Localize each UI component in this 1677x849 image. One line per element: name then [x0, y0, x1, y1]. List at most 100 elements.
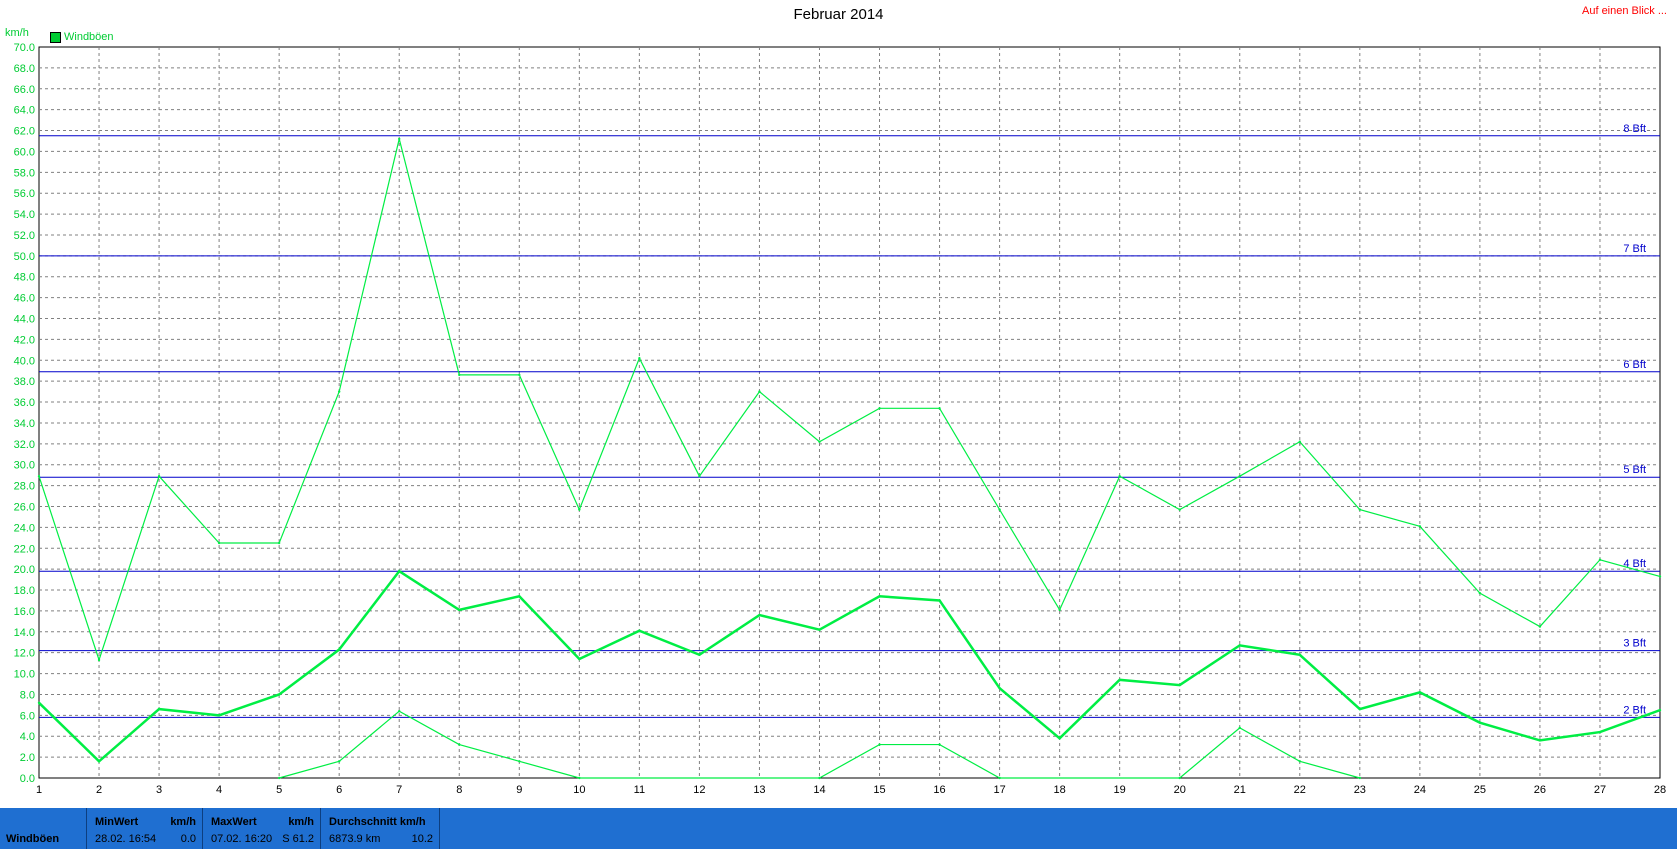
- footer-avg-distance: 6873.9 km: [329, 833, 381, 845]
- data-point-min: [818, 776, 821, 780]
- x-tick-label: 5: [276, 784, 282, 796]
- y-tick-label: 48.0: [14, 272, 35, 284]
- data-point-max: [277, 541, 281, 545]
- y-tick-label: 26.0: [14, 501, 35, 513]
- data-point-avg: [518, 595, 521, 598]
- x-tick-label: 23: [1354, 784, 1366, 796]
- footer-avg-head: Durchschnitt km/h: [329, 816, 426, 828]
- chart-canvas: 0.0 2.0 4.0 6.0 8.0 10.0 12.0 14.0 16.0 18.0 20.0 2…: [14, 42, 1667, 796]
- data-point-max: [217, 541, 221, 545]
- footer-series-cell: Windböen: [0, 808, 87, 849]
- data-point-avg: [1178, 683, 1181, 687]
- x-tick-label: 1: [36, 784, 42, 796]
- y-tick-label: 68.0: [14, 63, 35, 75]
- data-point-avg: [758, 613, 761, 617]
- data-point-max: [157, 475, 161, 478]
- x-tick-label: 6: [336, 784, 342, 796]
- data-point-avg: [698, 653, 701, 656]
- y-tick-label: 10.0: [14, 669, 35, 681]
- beaufort-label: 3 Bft: [1623, 638, 1646, 650]
- x-tick-label: 15: [873, 784, 885, 796]
- y-tick-label: 20.0: [14, 564, 35, 576]
- footer-min-cell: MinWert km/h 28.02. 16:54 0.0: [87, 808, 203, 849]
- data-point-min: [1238, 726, 1241, 730]
- data-point-avg: [277, 693, 281, 696]
- data-point-avg: [938, 599, 941, 602]
- plot-frame: [38, 46, 1661, 779]
- data-point-max: [97, 658, 101, 662]
- y-tick-label: 24.0: [14, 522, 35, 534]
- data-point-max: [758, 390, 761, 393]
- data-point-avg: [1658, 708, 1662, 712]
- y-tick-label: 0.0: [20, 773, 35, 785]
- y-tick-label: 14.0: [14, 627, 35, 639]
- data-point-max: [698, 475, 701, 478]
- data-point-avg: [1478, 721, 1482, 724]
- y-tick-label: 42.0: [14, 334, 35, 346]
- data-point-max: [1418, 525, 1422, 528]
- y-tick-label: 18.0: [14, 585, 35, 597]
- y-tick-label: 38.0: [14, 376, 35, 388]
- y-tick-label: 54.0: [14, 209, 35, 221]
- data-point-max: [1298, 440, 1301, 443]
- footer-max-date: 07.02. 16:20: [211, 833, 273, 845]
- beaufort-label: 6 Bft: [1623, 359, 1646, 371]
- data-point-min: [398, 709, 401, 713]
- y-tick-label: 44.0: [14, 314, 35, 326]
- data-point-avg: [1358, 707, 1362, 711]
- data-point-max: [458, 373, 461, 377]
- data-point-min: [998, 776, 1001, 780]
- data-point-min: [578, 776, 581, 780]
- footer-max-unit: km/h: [288, 816, 314, 828]
- data-point-avg: [1598, 730, 1602, 734]
- data-point-avg: [37, 701, 41, 705]
- data-point-avg: [97, 760, 101, 763]
- stats-footer: Windböen MinWert km/h 28.02. 16:54 0.0 M…: [0, 808, 1677, 849]
- data-point-max: [818, 440, 821, 443]
- footer-avg-cell: Durchschnitt km/h 6873.9 km 10.2: [321, 808, 440, 849]
- data-point-avg: [1418, 691, 1422, 694]
- data-point-min: [458, 743, 461, 746]
- data-point-max: [1058, 608, 1061, 612]
- y-tick-label: 56.0: [14, 188, 35, 200]
- footer-min-head: MinWert: [95, 816, 139, 828]
- y-tick-label: 50.0: [14, 251, 35, 263]
- x-tick-label: 21: [1234, 784, 1246, 796]
- data-point-min: [337, 760, 341, 763]
- y-tick-label: 34.0: [14, 418, 35, 430]
- data-point-min: [518, 760, 521, 763]
- x-tick-label: 25: [1474, 784, 1486, 796]
- x-tick-label: 10: [573, 784, 585, 796]
- data-point-max: [1178, 508, 1181, 511]
- data-point-avg: [217, 714, 221, 717]
- data-point-avg: [458, 608, 461, 612]
- x-tick-label: 4: [216, 784, 222, 796]
- data-point-avg: [1538, 739, 1542, 742]
- x-tick-label: 3: [156, 784, 162, 796]
- y-tick-label: 12.0: [14, 648, 35, 660]
- data-point-avg: [337, 648, 341, 651]
- data-point-min: [938, 743, 941, 746]
- footer-max-head: MaxWert: [211, 816, 257, 828]
- data-point-avg: [1238, 644, 1241, 647]
- data-point-max: [518, 373, 521, 377]
- beaufort-label: 7 Bft: [1623, 243, 1646, 255]
- x-tick-label: 14: [813, 784, 825, 796]
- y-tick-label: 36.0: [14, 397, 35, 409]
- x-tick-label: 19: [1114, 784, 1126, 796]
- x-tick-label: 24: [1414, 784, 1426, 796]
- data-point-avg: [998, 686, 1001, 690]
- data-point-max: [938, 407, 941, 410]
- x-tick-label: 7: [396, 784, 402, 796]
- data-point-avg: [157, 707, 161, 711]
- y-tick-label: 16.0: [14, 606, 35, 618]
- x-tick-label: 26: [1534, 784, 1546, 796]
- x-tick-label: 8: [456, 784, 462, 796]
- x-tick-label: 20: [1174, 784, 1186, 796]
- data-point-max: [1658, 575, 1662, 578]
- y-tick-label: 32.0: [14, 439, 35, 451]
- data-point-min: [1298, 760, 1301, 763]
- data-point-max: [638, 356, 641, 360]
- beaufort-label: 4 Bft: [1623, 558, 1646, 570]
- y-tick-label: 60.0: [14, 146, 35, 158]
